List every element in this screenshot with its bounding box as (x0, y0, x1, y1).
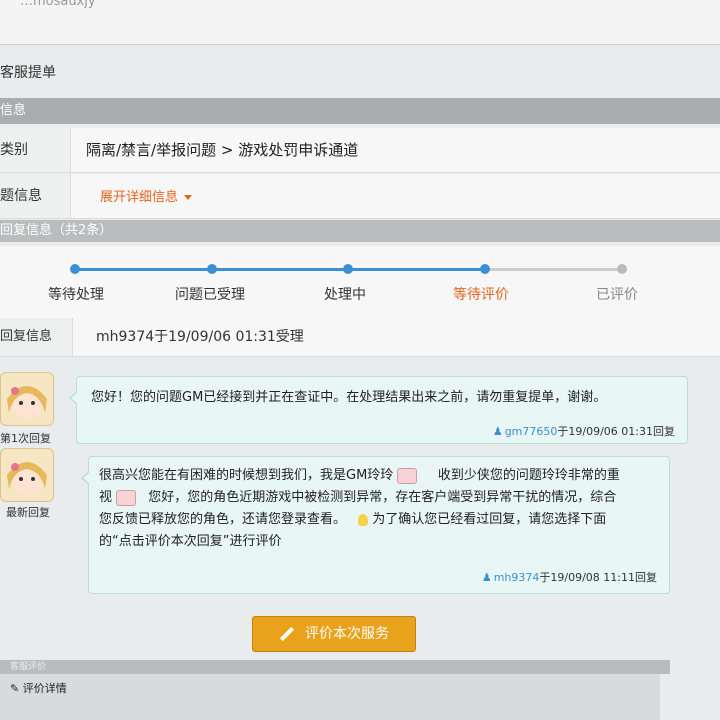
category-value: 隔离/禁言/举报问题 > 游戏处罚申诉通道 (86, 141, 359, 159)
expand-detail-link[interactable]: 展开详细信息 (100, 190, 193, 205)
reply-1-text: 您好！您的问题GM已经接到并正在查证中。在处理结果出来之前，请勿重复提单，谢谢。 (91, 390, 607, 405)
emoticon-icon (116, 489, 137, 506)
step-dot-4 (480, 264, 490, 274)
info-header: 信息 (0, 98, 720, 124)
reply-info-row: 回复信息 mh9374于19/09/06 01:31受理 (0, 318, 720, 357)
reply-2-line1b: 收到少侠您的问题玲玲非常的重 (437, 468, 620, 483)
reply-2-line3b: 为了确认您已经看过回复，请您选择下面 (372, 512, 607, 527)
reply-1-time: 于19/09/06 01:31回复 (557, 425, 675, 438)
reply-1-signature: ♟ gm77650于19/09/06 01:31回复 (493, 421, 675, 443)
reply-1-label: 第1次回复 (0, 432, 51, 445)
step-label-5: 已评价 (596, 287, 638, 303)
progress-line-done (75, 268, 485, 271)
reply-1-bubble: 您好！您的问题GM已经接到并正在查证中。在处理结果出来之前，请勿重复提单，谢谢。… (69, 376, 688, 444)
step-dot-1 (70, 264, 80, 274)
reply-2-bubble: 很高兴您能在有困难的时候想到我们，我是GM玲玲 收到少侠您的问题玲玲非常的重 视… (81, 456, 670, 594)
progress-tracker: 等待处理 问题已受理 处理中 等待评价 已评价 (0, 246, 720, 326)
detail-label: 题信息 (0, 174, 71, 218)
reply-2-author: mh9374 (493, 571, 540, 584)
step-label-4: 等待评价 (453, 287, 509, 303)
category-row: 类别 隔离/禁言/举报问题 > 游戏处罚申诉通道 (0, 128, 720, 173)
reply-2-text: 很高兴您能在有困难的时候想到我们，我是GM玲玲 收到少侠您的问题玲玲非常的重 视… (99, 465, 665, 553)
rate-service-button[interactable]: 评价本次服务 (252, 616, 416, 652)
rating-header: 客服评价 (0, 660, 670, 674)
category-label: 类别 (0, 128, 71, 172)
avatar (0, 448, 54, 502)
top-bar: …mosauxjy (0, 0, 720, 45)
reply-2-line4: 的“点击评价本次回复”进行评价 (99, 534, 282, 549)
reply-2-time: 于19/09/08 11:11回复 (539, 571, 657, 584)
reply-2-line2b: 您好，您的角色近期游戏中被检测到异常，存在客户端受到异常干扰的情况，综合 (148, 490, 617, 505)
avatar (0, 372, 54, 426)
pencil-icon (279, 626, 295, 642)
reply-2-line3a: 您反馈已释放您的角色，还请您登录查看。 (99, 512, 347, 527)
detail-row: 题信息 展开详细信息 (0, 174, 720, 219)
reply-2-line2a: 视 (99, 490, 113, 505)
expand-detail-text: 展开详细信息 (100, 190, 179, 205)
rate-service-label: 评价本次服务 (305, 626, 389, 642)
reply-info-label: 回复信息 (0, 318, 73, 356)
page-title: 客服提单 (0, 65, 56, 81)
rating-detail-label: 评价详情 (22, 682, 67, 695)
step-label-3: 处理中 (324, 287, 366, 303)
lightbulb-icon (358, 513, 369, 526)
reply-header: 回复信息（共2条） (0, 220, 720, 242)
rating-detail[interactable]: ✎ 评价详情 (10, 680, 67, 696)
rating-section: 客服评价 ✎ 评价详情 (0, 660, 670, 720)
person-icon: ♟ (492, 425, 503, 438)
person-icon: ♟ (481, 571, 492, 584)
reply-2-label: 最新回复 (6, 506, 50, 519)
chevron-down-icon (184, 195, 193, 200)
progress-line-pending (485, 268, 620, 271)
step-dot-5 (617, 264, 627, 274)
reply-2-signature: ♟ mh9374于19/09/08 11:11回复 (482, 567, 657, 589)
top-partial-text: …mosauxjy (20, 0, 96, 9)
reply-2-line1a: 很高兴您能在有困难的时候想到我们，我是GM玲玲 (99, 468, 394, 483)
emoticon-icon (397, 467, 418, 484)
step-label-1: 等待处理 (48, 287, 104, 303)
step-dot-3 (343, 264, 353, 274)
reply-1-author: gm77650 (504, 425, 558, 438)
reply-info-value: mh9374于19/09/06 01:31受理 (96, 329, 304, 345)
step-dot-2 (207, 264, 217, 274)
gm-avatar-icon (7, 386, 47, 419)
step-label-2: 问题已受理 (175, 287, 245, 303)
gm-avatar-icon (7, 462, 47, 495)
